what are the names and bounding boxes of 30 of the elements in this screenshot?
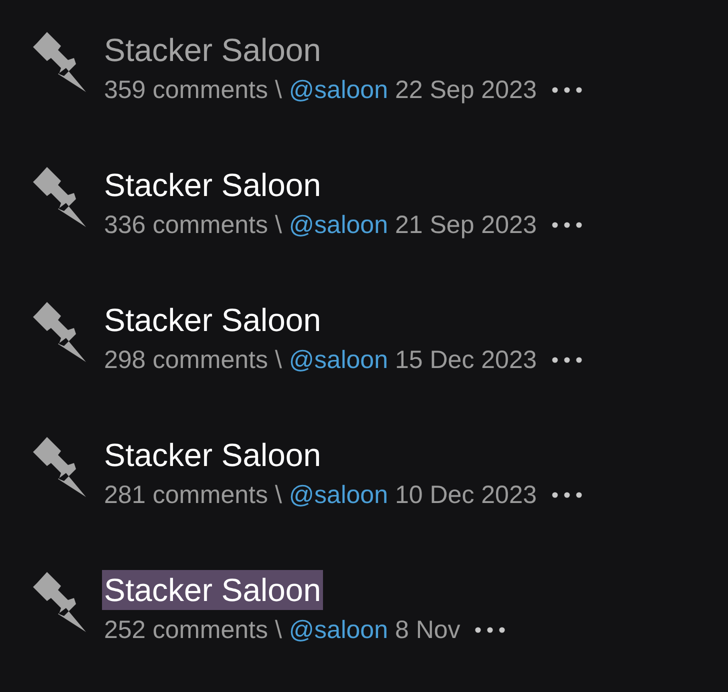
author-link[interactable]: @saloon [288,614,388,646]
more-icon[interactable] [475,627,506,633]
separator: \ [274,210,282,241]
separator: \ [274,615,282,646]
author-link[interactable]: @saloon [288,479,388,511]
more-icon[interactable] [552,492,582,498]
post-date: 21 Sep 2023 [394,210,537,241]
comment-count[interactable]: 336 comments [104,209,268,241]
comment-count[interactable]: 252 comments [104,614,268,646]
post-title[interactable]: Stacker Saloon [102,570,324,610]
separator: \ [274,75,282,106]
separator: \ [274,480,282,511]
author-link[interactable]: @saloon [288,344,388,376]
more-icon[interactable] [552,357,582,363]
comment-count[interactable]: 281 comments [104,479,268,511]
post-title[interactable]: Stacker Saloon [102,435,324,475]
more-icon[interactable] [552,87,582,93]
post-date: 10 Dec 2023 [394,480,537,511]
author-link[interactable]: @saloon [288,74,388,106]
post-date: 22 Sep 2023 [394,75,537,106]
author-link[interactable]: @saloon [288,209,388,241]
post-title[interactable]: Stacker Saloon [102,300,324,340]
comment-count[interactable]: 298 comments [104,344,268,376]
post-date: 8 Nov [394,615,460,646]
comment-count[interactable]: 359 comments [104,74,268,106]
post-title[interactable]: Stacker Saloon [102,30,324,70]
more-icon[interactable] [552,222,582,228]
post-date: 15 Dec 2023 [394,345,537,376]
separator: \ [274,345,282,376]
post-title[interactable]: Stacker Saloon [102,165,324,205]
